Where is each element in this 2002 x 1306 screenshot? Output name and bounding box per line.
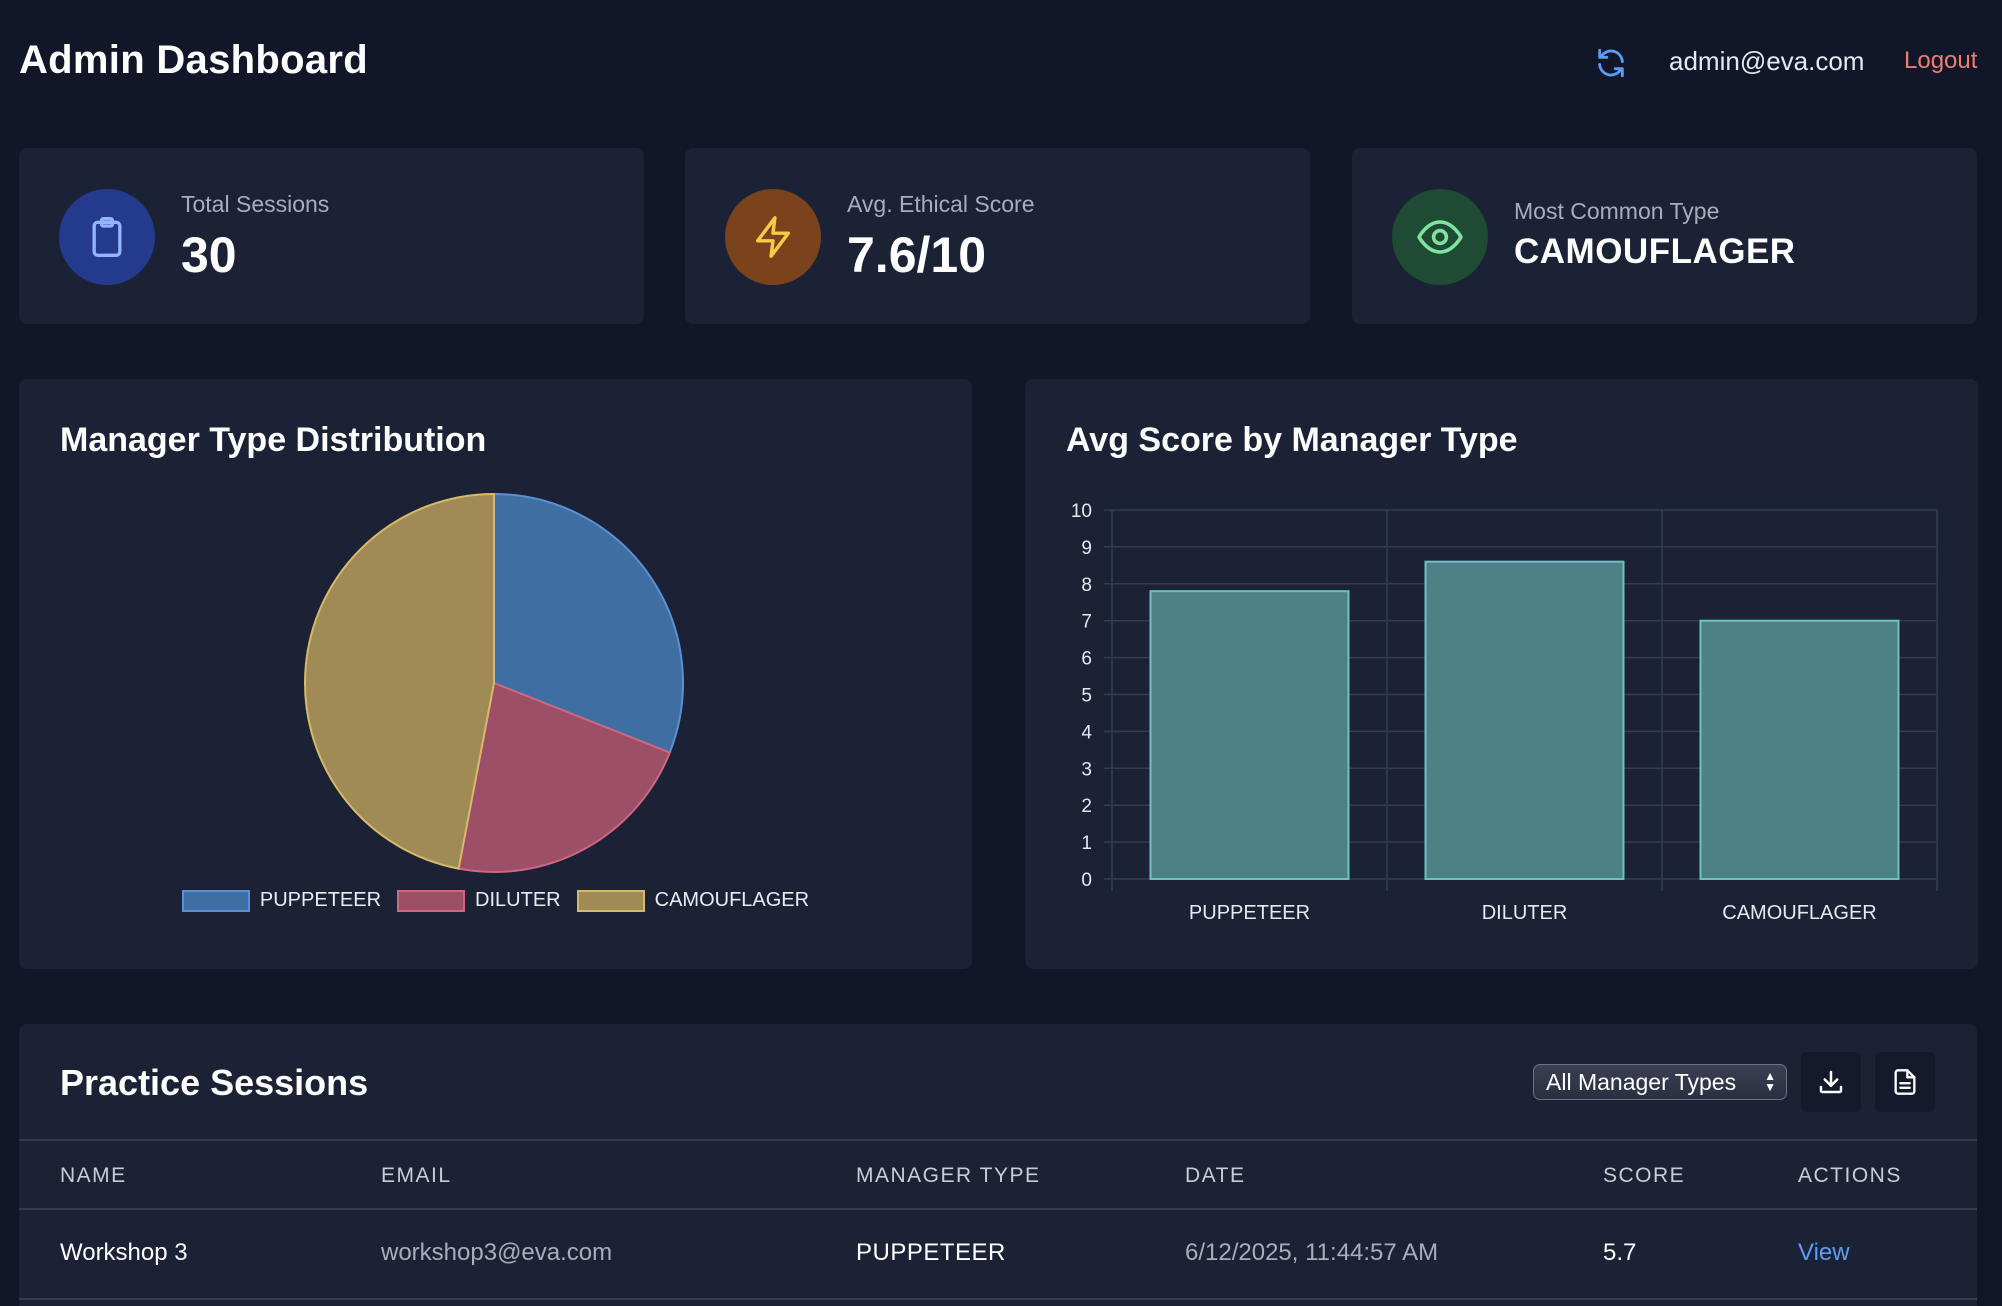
bar-diluter[interactable] [1424, 560, 1625, 880]
divider [19, 1298, 1977, 1300]
lightning-icon [725, 189, 821, 285]
bar-chart-card: Avg Score by Manager Type 0 1 2 3 4 5 6 7 8 9 10 PU… [1025, 379, 1978, 969]
stat-value: 30 [181, 227, 237, 283]
refresh-icon[interactable] [1594, 46, 1628, 80]
cell-email: workshop3@eva.com [381, 1239, 613, 1266]
legend-swatch [181, 889, 250, 912]
legend-label: DILUTER [475, 889, 561, 911]
bar-camouflager[interactable] [1699, 619, 1900, 880]
legend-swatch [576, 889, 645, 912]
divider [19, 1139, 1977, 1141]
view-link[interactable]: View [1798, 1239, 1850, 1267]
logout-link[interactable]: Logout [1904, 47, 1977, 75]
legend-label: PUPPETEER [259, 889, 382, 911]
x-tick-label: DILUTER [1482, 902, 1568, 924]
bar-chart: 0 1 2 3 4 5 6 7 8 9 10 PUPPETEER DILUTER CAMOUFLAGER [1071, 501, 1938, 924]
stat-label: Most Common Type [1514, 198, 1720, 224]
legend-item[interactable]: CAMOUFLAGER [576, 889, 810, 912]
chart-legend: PUPPETEER DILUTER CAMOUFLAGER [19, 889, 972, 912]
column-header-actions: ACTIONS [1798, 1164, 1902, 1187]
cell-name: Workshop 3 [60, 1239, 188, 1266]
stat-label: Total Sessions [181, 191, 330, 217]
cell-score: 5.7 [1603, 1239, 1637, 1266]
legend-label: CAMOUFLAGER [654, 889, 810, 911]
x-tick-label: CAMOUFLAGER [1722, 902, 1876, 924]
manager-type-filter[interactable]: All Manager Types ▲ ▼ [1533, 1064, 1787, 1100]
x-tick-label: PUPPETEER [1189, 902, 1310, 924]
column-header-date[interactable]: DATE [1185, 1164, 1245, 1188]
cell-manager-type: PUPPETEER [856, 1239, 1006, 1266]
report-button[interactable] [1875, 1052, 1935, 1112]
y-tick-label: 8 [1081, 575, 1092, 596]
pie-chart-card: Manager Type Distribution PUPPETEER DILU… [19, 379, 972, 969]
column-header-score[interactable]: SCORE [1603, 1164, 1685, 1188]
section-title: Practice Sessions [60, 1062, 369, 1103]
download-button[interactable] [1801, 1052, 1861, 1112]
bar-puppeteer[interactable] [1149, 590, 1350, 880]
clipboard-icon [59, 189, 155, 285]
legend-item[interactable]: DILUTER [397, 889, 561, 912]
y-tick-label: 7 [1081, 612, 1092, 633]
column-header-name[interactable]: NAME [60, 1164, 127, 1188]
legend-swatch [397, 889, 466, 912]
stat-value: CAMOUFLAGER [1514, 232, 1796, 271]
y-tick-label: 2 [1081, 796, 1092, 817]
practice-sessions-card: Practice Sessions All Manager Types ▲ ▼ N… [19, 1024, 1977, 1306]
legend-item[interactable]: PUPPETEER [181, 889, 382, 912]
document-icon [1894, 1069, 1916, 1095]
y-tick-label: 10 [1071, 501, 1092, 522]
y-tick-label: 0 [1081, 870, 1092, 891]
y-tick-label: 9 [1081, 538, 1092, 559]
y-tick-label: 3 [1081, 759, 1092, 780]
stat-label: Avg. Ethical Score [847, 191, 1035, 217]
download-icon [1819, 1070, 1843, 1094]
y-tick-label: 5 [1081, 686, 1092, 707]
pie-chart [304, 492, 684, 873]
stat-card-total-sessions: Total Sessions 30 [19, 148, 644, 324]
y-tick-label: 4 [1081, 722, 1092, 743]
select-arrows-icon: ▲ ▼ [1764, 1069, 1776, 1094]
user-email: admin@eva.com [1669, 46, 1865, 76]
stat-card-avg-score: Avg. Ethical Score 7.6/10 [685, 148, 1310, 324]
column-header-manager-type[interactable]: MANAGER TYPE [856, 1164, 1040, 1188]
cell-date: 6/12/2025, 11:44:57 AM [1185, 1239, 1439, 1266]
stat-card-most-common-type: Most Common Type CAMOUFLAGER [1352, 148, 1977, 324]
filter-selected-value: All Manager Types [1546, 1069, 1737, 1095]
stat-value: 7.6/10 [847, 227, 987, 283]
column-header-email[interactable]: EMAIL [381, 1164, 452, 1188]
pie-slice-camouflager[interactable] [304, 492, 495, 870]
eye-icon [1392, 189, 1488, 285]
y-tick-label: 6 [1081, 649, 1092, 670]
page-title: Admin Dashboard [19, 38, 368, 82]
divider [19, 1208, 1977, 1210]
y-tick-label: 1 [1081, 833, 1092, 854]
